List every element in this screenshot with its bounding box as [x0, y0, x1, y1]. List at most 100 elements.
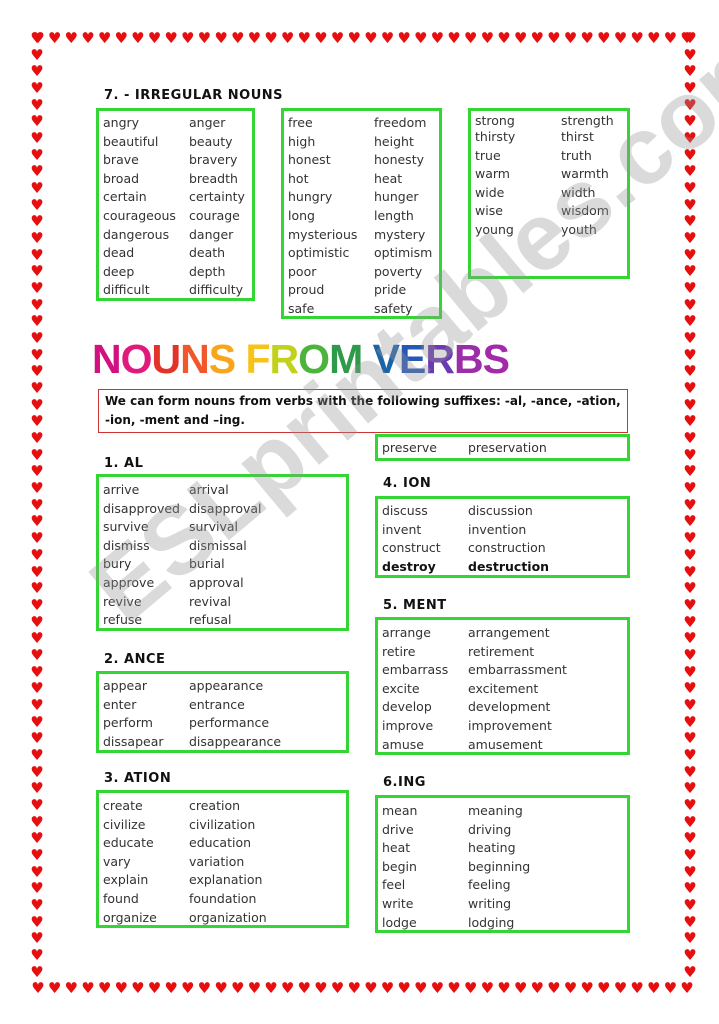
word-pair-row: approve approval [99, 574, 346, 593]
heart-icon: ♥ [683, 312, 697, 331]
heart-icon: ♥ [683, 345, 697, 364]
noun-form: feeling [468, 877, 511, 893]
heart-icon: ♥ [30, 762, 44, 781]
word-pair-row: angry anger [99, 114, 252, 133]
word-pair-row: survive survival [99, 518, 346, 537]
heart-icon: ♥ [30, 845, 44, 864]
base-word: drive [382, 821, 414, 837]
noun-form: breadth [189, 170, 238, 186]
base-word: angry [103, 115, 140, 130]
heart-icon: ♥ [683, 279, 697, 298]
heart-icon: ♥ [30, 212, 44, 231]
noun-form: honesty [374, 152, 424, 168]
heart-icon: ♥ [563, 979, 578, 997]
heart-icon: ♥ [30, 712, 44, 731]
heart-icon: ♥ [397, 29, 411, 47]
heart-icon: ♥ [30, 545, 44, 564]
heart-icon: ♥ [230, 29, 245, 47]
base-word: explain [103, 872, 149, 888]
heart-icon: ♥ [497, 29, 511, 47]
heart-icon: ♥ [683, 512, 697, 531]
heart-icon: ♥ [30, 79, 44, 98]
heart-icon: ♥ [683, 595, 697, 614]
base-word: mysterious [288, 226, 358, 242]
irregular-nouns-title: 7. - IRREGULAR NOUNS [104, 88, 284, 103]
base-word: courageous [103, 207, 176, 223]
word-pair-row: lodge lodging [378, 914, 627, 933]
word-pair-row: appear appearance [99, 677, 346, 696]
title-letter: N [180, 336, 210, 382]
title-letter: F [245, 336, 271, 382]
word-pair-row: high height [284, 133, 439, 152]
word-pair-row: heat heating [378, 839, 627, 858]
base-word: poor [288, 263, 317, 279]
heart-icon: ♥ [30, 579, 44, 598]
heart-icon: ♥ [181, 979, 195, 997]
noun-form: arrival [189, 482, 229, 497]
heart-icon: ♥ [683, 145, 697, 164]
word-pair-row: mysterious mystery [284, 226, 439, 245]
word-pair-row: hungry hunger [284, 188, 439, 207]
al-box: arrive arrival disapproved disapproval survi… [96, 474, 349, 631]
noun-form: depth [189, 263, 226, 279]
word-pair-row: long length [284, 207, 439, 226]
word-pair-row: explain explanation [99, 871, 346, 890]
noun-form: construction [468, 540, 546, 556]
noun-form: width [561, 184, 596, 200]
word-pair-row: embarrass embarrassment [378, 661, 627, 680]
heart-icon: ♥ [30, 379, 44, 398]
base-word: organize [103, 909, 157, 925]
heart-icon: ♥ [380, 29, 395, 47]
word-pair-row: feel feeling [378, 876, 627, 895]
heart-icon: ♥ [347, 29, 361, 47]
heart-icon: ♥ [30, 429, 44, 448]
noun-form: courage [189, 207, 240, 223]
noun-form: burial [189, 556, 225, 572]
word-pair-row: found foundation [99, 890, 346, 909]
noun-form: mystery [374, 226, 426, 242]
word-pair-row: dissapear disappearance [99, 733, 346, 752]
base-word: wide [475, 184, 505, 200]
noun-form: strength [561, 113, 614, 128]
heart-icon: ♥ [683, 612, 697, 631]
heart-icon: ♥ [613, 29, 628, 47]
noun-form: length [374, 207, 414, 223]
noun-form: organization [189, 909, 267, 925]
heart-icon: ♥ [683, 62, 697, 81]
heart-icon: ♥ [30, 95, 44, 114]
noun-form: destruction [468, 558, 550, 574]
word-pair-row: thirsty thirst [471, 128, 627, 147]
heart-icon: ♥ [280, 29, 295, 47]
word-pair-row: proud pride [284, 281, 439, 300]
heart-icon: ♥ [247, 29, 262, 47]
heart-icon: ♥ [447, 979, 461, 997]
heart-icon: ♥ [30, 929, 44, 948]
heart-icon: ♥ [314, 29, 328, 47]
word-pair-row: create creation [99, 797, 346, 816]
heart-icon: ♥ [683, 112, 697, 131]
heart-icon: ♥ [197, 29, 212, 47]
word-pair-row: enter entrance [99, 696, 346, 715]
heart-icon: ♥ [683, 79, 697, 98]
heart-icon: ♥ [663, 29, 678, 47]
noun-form: driving [468, 821, 512, 837]
word-pair-row: true truth [471, 147, 627, 166]
heart-icon: ♥ [683, 479, 697, 498]
base-word: enter [103, 696, 137, 712]
base-word: discuss [382, 503, 428, 518]
base-word: embarrass [382, 662, 449, 678]
heart-icon: ♥ [683, 729, 697, 748]
word-pair-row: deep depth [99, 263, 252, 282]
heart-icon: ♥ [683, 129, 697, 148]
base-word: difficult [103, 282, 150, 298]
heart-icon: ♥ [30, 962, 44, 981]
heart-icon: ♥ [430, 29, 445, 47]
title-letter: O [120, 336, 153, 382]
heart-icon: ♥ [683, 762, 697, 781]
heart-icon: ♥ [30, 462, 44, 481]
heart-icon: ♥ [30, 195, 44, 214]
base-word: educate [103, 835, 154, 851]
intro-text: We can form nouns from verbs with the fo… [98, 389, 628, 433]
ment-box: arrange arrangement retire retirement embarr… [375, 617, 630, 755]
word-pair-row: young youth [471, 221, 627, 240]
